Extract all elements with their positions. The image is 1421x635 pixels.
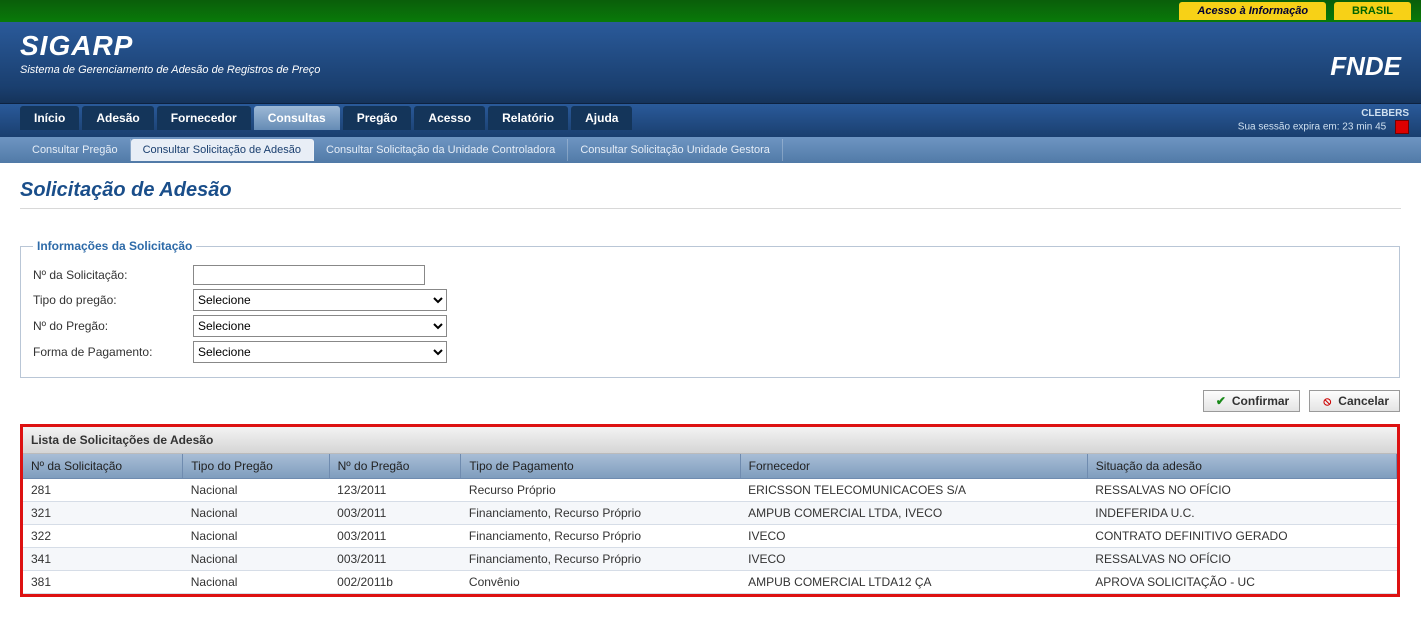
table-cell: 123/2011 <box>329 479 461 502</box>
table-cell: RESSALVAS NO OFÍCIO <box>1087 548 1396 571</box>
table-cell: 002/2011b <box>329 571 461 594</box>
table-cell: CONTRATO DEFINITIVO GERADO <box>1087 525 1396 548</box>
table-row[interactable]: 381Nacional002/2011bConvênioAMPUB COMERC… <box>23 571 1397 594</box>
table-cell: IVECO <box>740 525 1087 548</box>
table-row[interactable]: 322Nacional003/2011Financiamento, Recurs… <box>23 525 1397 548</box>
tab-relatório[interactable]: Relatório <box>488 106 568 130</box>
col-header[interactable]: Fornecedor <box>740 454 1087 479</box>
table-cell: Nacional <box>183 479 329 502</box>
table-cell: APROVA SOLICITAÇÃO - UC <box>1087 571 1396 594</box>
form-info-solicitacao: Informações da Solicitação Nº da Solicit… <box>20 239 1400 378</box>
subtab[interactable]: Consultar Solicitação da Unidade Control… <box>314 139 568 161</box>
confirm-button[interactable]: Confirmar <box>1203 390 1300 412</box>
num-solic-label: Nº da Solicitação: <box>33 268 193 282</box>
tab-consultas[interactable]: Consultas <box>254 106 340 130</box>
access-info-link[interactable]: Acesso à Informação <box>1179 2 1326 20</box>
table-cell: Nacional <box>183 502 329 525</box>
session-info: CLEBERS Sua sessão expira em: 23 min 45 <box>1238 104 1421 137</box>
forma-pag-label: Forma de Pagamento: <box>33 345 193 359</box>
table-row[interactable]: 341Nacional003/2011Financiamento, Recurs… <box>23 548 1397 571</box>
form-legend: Informações da Solicitação <box>33 239 196 253</box>
table-cell: Nacional <box>183 571 329 594</box>
app-logo-block: SIGARP Sistema de Gerenciamento de Adesã… <box>20 30 320 76</box>
tab-início[interactable]: Início <box>20 106 79 130</box>
table-cell: 322 <box>23 525 183 548</box>
table-cell: RESSALVAS NO OFÍCIO <box>1087 479 1396 502</box>
table-cell: AMPUB COMERCIAL LTDA, IVECO <box>740 502 1087 525</box>
tipo-pregao-label: Tipo do pregão: <box>33 293 193 307</box>
table-cell: 003/2011 <box>329 502 461 525</box>
table-cell: Financiamento, Recurso Próprio <box>461 525 740 548</box>
tab-acesso[interactable]: Acesso <box>414 106 485 130</box>
col-header[interactable]: Nº do Pregão <box>329 454 461 479</box>
table-cell: Financiamento, Recurso Próprio <box>461 548 740 571</box>
check-icon <box>1214 394 1228 408</box>
list-solicitacoes: Lista de Solicitações de Adesão Nº da So… <box>20 424 1400 597</box>
tab-ajuda[interactable]: Ajuda <box>571 106 632 130</box>
app-subtitle: Sistema de Gerenciamento de Adesão de Re… <box>20 64 320 76</box>
session-expiry: Sua sessão expira em: 23 min 45 <box>1238 122 1386 133</box>
table-cell: ERICSSON TELECOMUNICACOES S/A <box>740 479 1087 502</box>
cancel-button[interactable]: Cancelar <box>1309 390 1400 412</box>
table-row[interactable]: 281Nacional123/2011Recurso PróprioERICSS… <box>23 479 1397 502</box>
num-pregao-label: Nº do Pregão: <box>33 319 193 333</box>
col-header[interactable]: Tipo de Pagamento <box>461 454 740 479</box>
forma-pag-select[interactable]: Selecione <box>193 341 447 363</box>
table-cell: Recurso Próprio <box>461 479 740 502</box>
table-cell: Nacional <box>183 548 329 571</box>
subtab[interactable]: Consultar Solicitação de Adesão <box>131 139 314 161</box>
table-cell: Nacional <box>183 525 329 548</box>
fnde-logo: FNDE <box>1330 51 1401 82</box>
sub-menu: Consultar PregãoConsultar Solicitação de… <box>0 137 1421 163</box>
page-title: Solicitação de Adesão <box>20 179 1401 209</box>
action-buttons: Confirmar Cancelar <box>20 378 1400 420</box>
num-pregao-select[interactable]: Selecione <box>193 315 447 337</box>
table-cell: IVECO <box>740 548 1087 571</box>
gov-topbar: Acesso à Informação BRASIL <box>0 0 1421 22</box>
col-header[interactable]: Tipo do Pregão <box>183 454 329 479</box>
tab-fornecedor[interactable]: Fornecedor <box>157 106 251 130</box>
list-title: Lista de Solicitações de Adesão <box>23 427 1397 454</box>
tab-pregão[interactable]: Pregão <box>343 106 412 130</box>
table-cell: 003/2011 <box>329 525 461 548</box>
table-cell: AMPUB COMERCIAL LTDA12 ÇA <box>740 571 1087 594</box>
num-solic-input[interactable] <box>193 265 425 285</box>
app-header: SIGARP Sistema de Gerenciamento de Adesã… <box>0 22 1421 104</box>
tipo-pregao-select[interactable]: Selecione <box>193 289 447 311</box>
cancel-icon <box>1320 394 1334 408</box>
table-cell: 381 <box>23 571 183 594</box>
table-cell: 281 <box>23 479 183 502</box>
subtab[interactable]: Consultar Solicitação Unidade Gestora <box>568 139 783 161</box>
table-cell: Financiamento, Recurso Próprio <box>461 502 740 525</box>
tab-adesão[interactable]: Adesão <box>82 106 153 130</box>
table-body: 281Nacional123/2011Recurso PróprioERICSS… <box>23 479 1397 594</box>
table-cell: 003/2011 <box>329 548 461 571</box>
app-title: SIGARP <box>20 30 320 62</box>
table-header-row: Nº da SolicitaçãoTipo do PregãoNº do Pre… <box>23 454 1397 479</box>
col-header[interactable]: Situação da adesão <box>1087 454 1396 479</box>
table-cell: Convênio <box>461 571 740 594</box>
session-user: CLEBERS <box>1238 107 1409 120</box>
page-content: Solicitação de Adesão Informações da Sol… <box>0 163 1421 607</box>
logout-icon[interactable] <box>1395 120 1409 134</box>
data-table: Nº da SolicitaçãoTipo do PregãoNº do Pre… <box>23 454 1397 594</box>
menubar-wrap: InícioAdesãoFornecedorConsultasPregãoAce… <box>0 104 1421 137</box>
main-menu: InícioAdesãoFornecedorConsultasPregãoAce… <box>0 104 635 130</box>
table-cell: 321 <box>23 502 183 525</box>
table-cell: 341 <box>23 548 183 571</box>
brasil-link[interactable]: BRASIL <box>1334 2 1411 20</box>
subtab[interactable]: Consultar Pregão <box>20 139 131 161</box>
col-header[interactable]: Nº da Solicitação <box>23 454 183 479</box>
table-row[interactable]: 321Nacional003/2011Financiamento, Recurs… <box>23 502 1397 525</box>
table-cell: INDEFERIDA U.C. <box>1087 502 1396 525</box>
